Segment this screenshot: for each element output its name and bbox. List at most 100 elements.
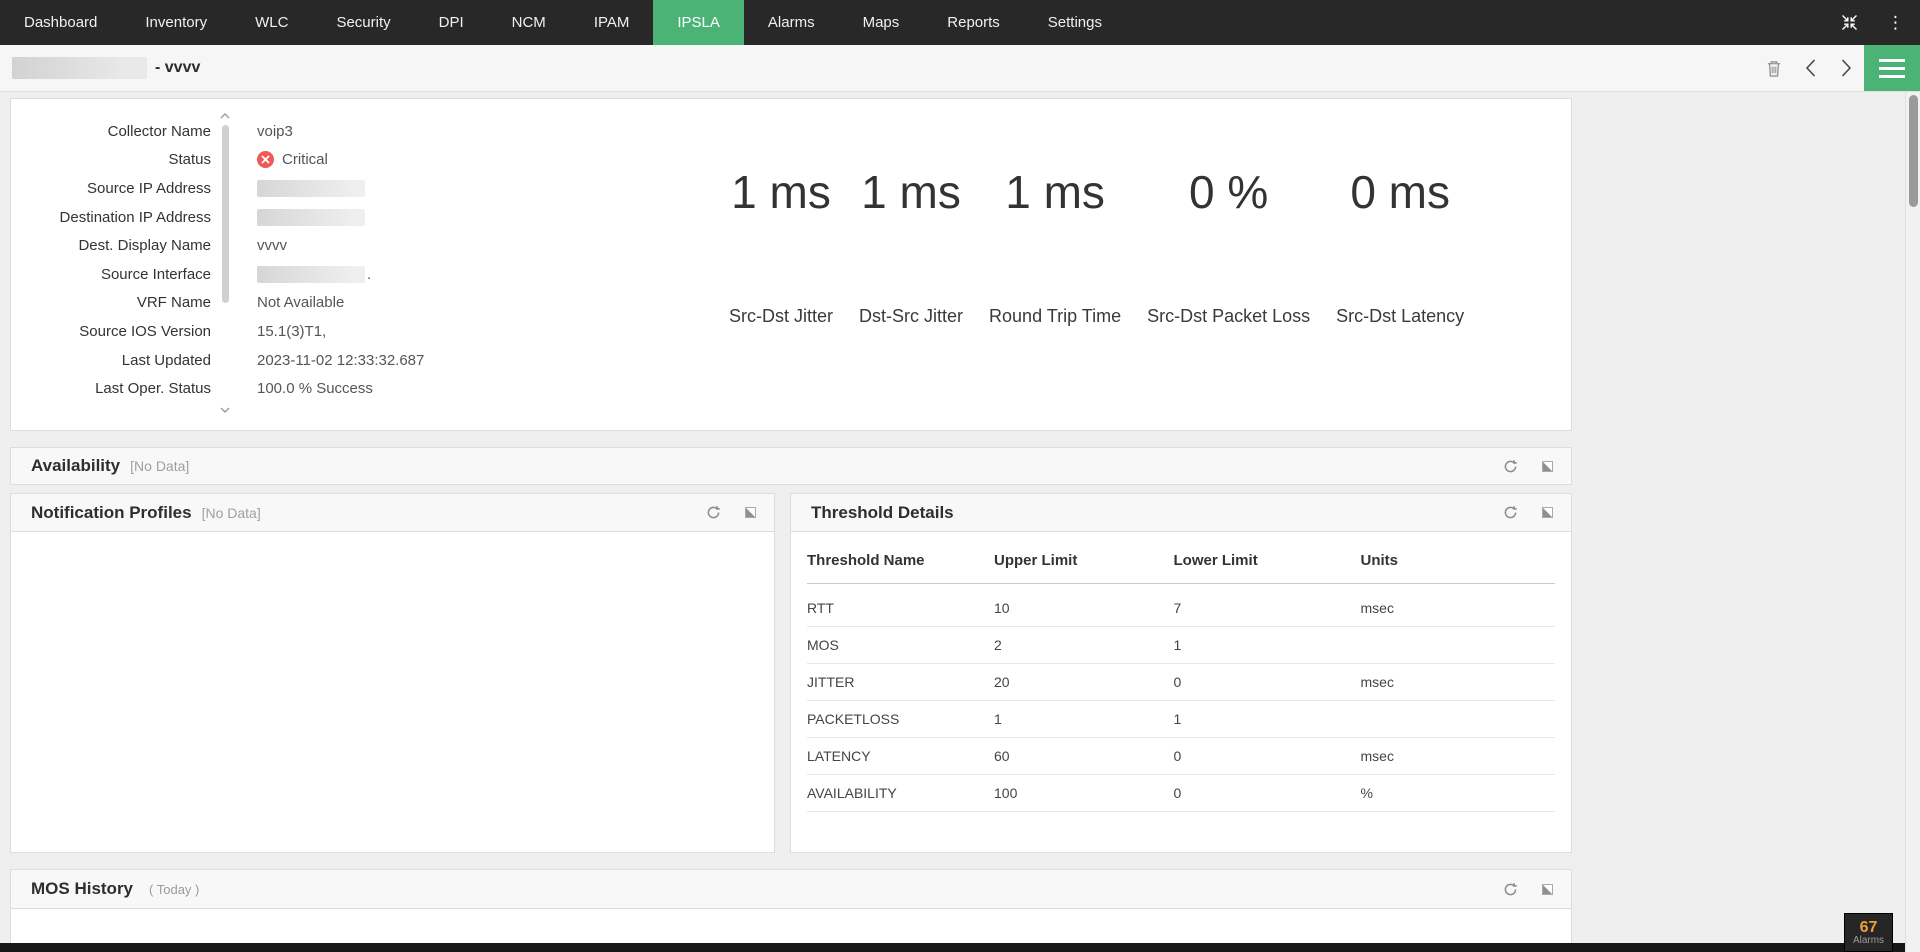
metric-label: Dst-Src Jitter bbox=[859, 306, 964, 327]
detail-value: Critical bbox=[257, 151, 328, 169]
page-scrollbar[interactable] bbox=[1905, 92, 1920, 952]
circle-x-icon bbox=[257, 151, 274, 169]
refresh-icon[interactable] bbox=[706, 505, 721, 520]
no-data-label: [No Data] bbox=[201, 504, 261, 521]
details-scrollbar[interactable] bbox=[218, 113, 232, 413]
nav-item-alarms[interactable]: Alarms bbox=[744, 0, 839, 45]
nav-item-security[interactable]: Security bbox=[312, 0, 414, 45]
nav-item-ipsla[interactable]: IPSLA bbox=[653, 0, 744, 45]
threshold-table-header-row: Threshold Name Upper Limit Lower Limit Unit… bbox=[807, 532, 1555, 584]
metric: 0 % Src-Dst Packet Loss bbox=[1147, 165, 1310, 327]
expand-icon[interactable] bbox=[745, 507, 756, 518]
threshold-row: MOS 2 1 bbox=[807, 626, 1555, 664]
detail-label: Source IP Address bbox=[87, 179, 211, 197]
no-data-label: [No Data] bbox=[130, 458, 190, 474]
nav-item-maps[interactable]: Maps bbox=[839, 0, 924, 45]
nav-item-ipam[interactable]: IPAM bbox=[570, 0, 654, 45]
page-title: - vvvv bbox=[155, 59, 201, 76]
page-scrollbar-thumb[interactable] bbox=[1909, 95, 1918, 207]
expand-icon[interactable] bbox=[1542, 507, 1553, 518]
time-range-label: ( Today ) bbox=[149, 881, 200, 897]
expand-icon[interactable] bbox=[1542, 883, 1553, 895]
threshold-column-header: Units bbox=[1360, 532, 1555, 584]
metric-value: 0 ms bbox=[1350, 166, 1450, 218]
nav-item-ncm[interactable]: NCM bbox=[488, 0, 570, 45]
detail-value: . bbox=[257, 265, 371, 283]
threshold-cell: 0 bbox=[1173, 737, 1361, 775]
metric-label: Src-Dst Latency bbox=[1336, 306, 1465, 327]
threshold-cell: 1 bbox=[994, 700, 1174, 738]
threshold-row: LATENCY 60 0 msec bbox=[807, 737, 1555, 775]
expand-icon[interactable] bbox=[1542, 460, 1553, 472]
threshold-cell bbox=[1360, 626, 1555, 664]
metric-value: 0 % bbox=[1188, 166, 1269, 218]
title-bar: - vvvv bbox=[0, 45, 1920, 92]
threshold-cell: 2 bbox=[994, 626, 1174, 664]
nav-item-inventory[interactable]: Inventory bbox=[121, 0, 231, 45]
alarms-badge[interactable]: 67 Alarms bbox=[1844, 913, 1893, 952]
chevron-left-icon[interactable] bbox=[1792, 45, 1828, 91]
metric: 1 ms Dst-Src Jitter bbox=[859, 165, 963, 327]
redacted-title-block bbox=[12, 57, 147, 79]
refresh-icon[interactable] bbox=[1503, 882, 1518, 897]
nav-item-reports[interactable]: Reports bbox=[923, 0, 1024, 45]
threshold-cell: RTT bbox=[807, 583, 994, 627]
alarms-label: Alarms bbox=[1852, 935, 1885, 947]
section-title: Availability bbox=[31, 456, 121, 475]
detail-value bbox=[257, 208, 365, 226]
threshold-table: Threshold Name Upper Limit Lower Limit Unit… bbox=[807, 532, 1555, 812]
threshold-cell: MOS bbox=[807, 626, 994, 664]
metric-label: Src-Dst Packet Loss bbox=[1147, 306, 1311, 327]
threshold-row: RTT 10 7 msec bbox=[807, 583, 1555, 627]
threshold-cell: 7 bbox=[1173, 583, 1361, 627]
kebab-menu-icon[interactable]: ⋮ bbox=[1887, 14, 1904, 31]
availability-section: Availability [No Data] bbox=[10, 447, 1572, 485]
nav-item-dashboard[interactable]: Dashboard bbox=[0, 0, 121, 45]
threshold-details-panel: Threshold Details Threshold Name Upper Li… bbox=[790, 493, 1572, 853]
threshold-column-header: Lower Limit bbox=[1173, 532, 1361, 584]
detail-label: Destination IP Address bbox=[59, 208, 211, 226]
detail-label: Dest. Display Name bbox=[78, 237, 211, 255]
threshold-column-header: Threshold Name bbox=[807, 532, 994, 584]
device-details-panel: Collector Name voip3 Status Critical Source … bbox=[10, 98, 1572, 431]
threshold-cell: 0 bbox=[1173, 663, 1361, 701]
alarms-count: 67 bbox=[1859, 918, 1878, 936]
threshold-cell: 20 bbox=[994, 663, 1174, 701]
detail-value: Not Available bbox=[257, 294, 345, 312]
hamburger-menu-button[interactable] bbox=[1864, 45, 1920, 91]
redacted-value-block bbox=[257, 208, 365, 226]
notification-profiles-panel: Notification Profiles [No Data] bbox=[10, 493, 775, 853]
detail-value: 2023-11-02 12:33:32.687 bbox=[257, 351, 425, 369]
scroll-up-icon bbox=[220, 113, 230, 119]
nav-item-wlc[interactable]: WLC bbox=[231, 0, 312, 45]
detail-value bbox=[257, 179, 365, 197]
chevron-right-icon[interactable] bbox=[1828, 45, 1864, 91]
refresh-icon[interactable] bbox=[1503, 459, 1518, 474]
threshold-cell bbox=[1360, 700, 1555, 738]
trash-icon[interactable] bbox=[1756, 45, 1792, 91]
redacted-value-block bbox=[257, 179, 365, 197]
nav-item-settings[interactable]: Settings bbox=[1024, 0, 1126, 45]
metric: 1 ms Src-Dst Jitter bbox=[729, 165, 833, 327]
detail-value: 15.1(3)T1, bbox=[257, 322, 327, 340]
collapse-icon[interactable] bbox=[1831, 0, 1867, 45]
metrics-row: 1 ms Src-Dst Jitter 1 ms Dst-Src Jitter 1 ms… bbox=[729, 165, 1464, 327]
redacted-value-block bbox=[257, 265, 365, 283]
nav-item-dpi[interactable]: DPI bbox=[415, 0, 488, 45]
detail-label: Source Interface bbox=[100, 265, 211, 283]
threshold-cell: msec bbox=[1360, 737, 1555, 775]
detail-label: Last Updated bbox=[121, 351, 211, 369]
metric-value: 1 ms bbox=[731, 166, 831, 218]
metric: 0 ms Src-Dst Latency bbox=[1336, 165, 1464, 327]
metric-value: 1 ms bbox=[861, 166, 961, 218]
refresh-icon[interactable] bbox=[1503, 505, 1518, 520]
detail-label: Source IOS Version bbox=[79, 322, 211, 340]
details-scrollbar-thumb[interactable] bbox=[221, 125, 229, 303]
threshold-cell: msec bbox=[1360, 583, 1555, 627]
mos-history-body bbox=[10, 909, 1572, 944]
threshold-cell: 1 bbox=[1173, 626, 1361, 664]
metric-value: 1 ms bbox=[1005, 166, 1105, 218]
metric-label: Round Trip Time bbox=[989, 306, 1122, 327]
threshold-cell: 10 bbox=[994, 583, 1174, 627]
threshold-cell: msec bbox=[1360, 663, 1555, 701]
